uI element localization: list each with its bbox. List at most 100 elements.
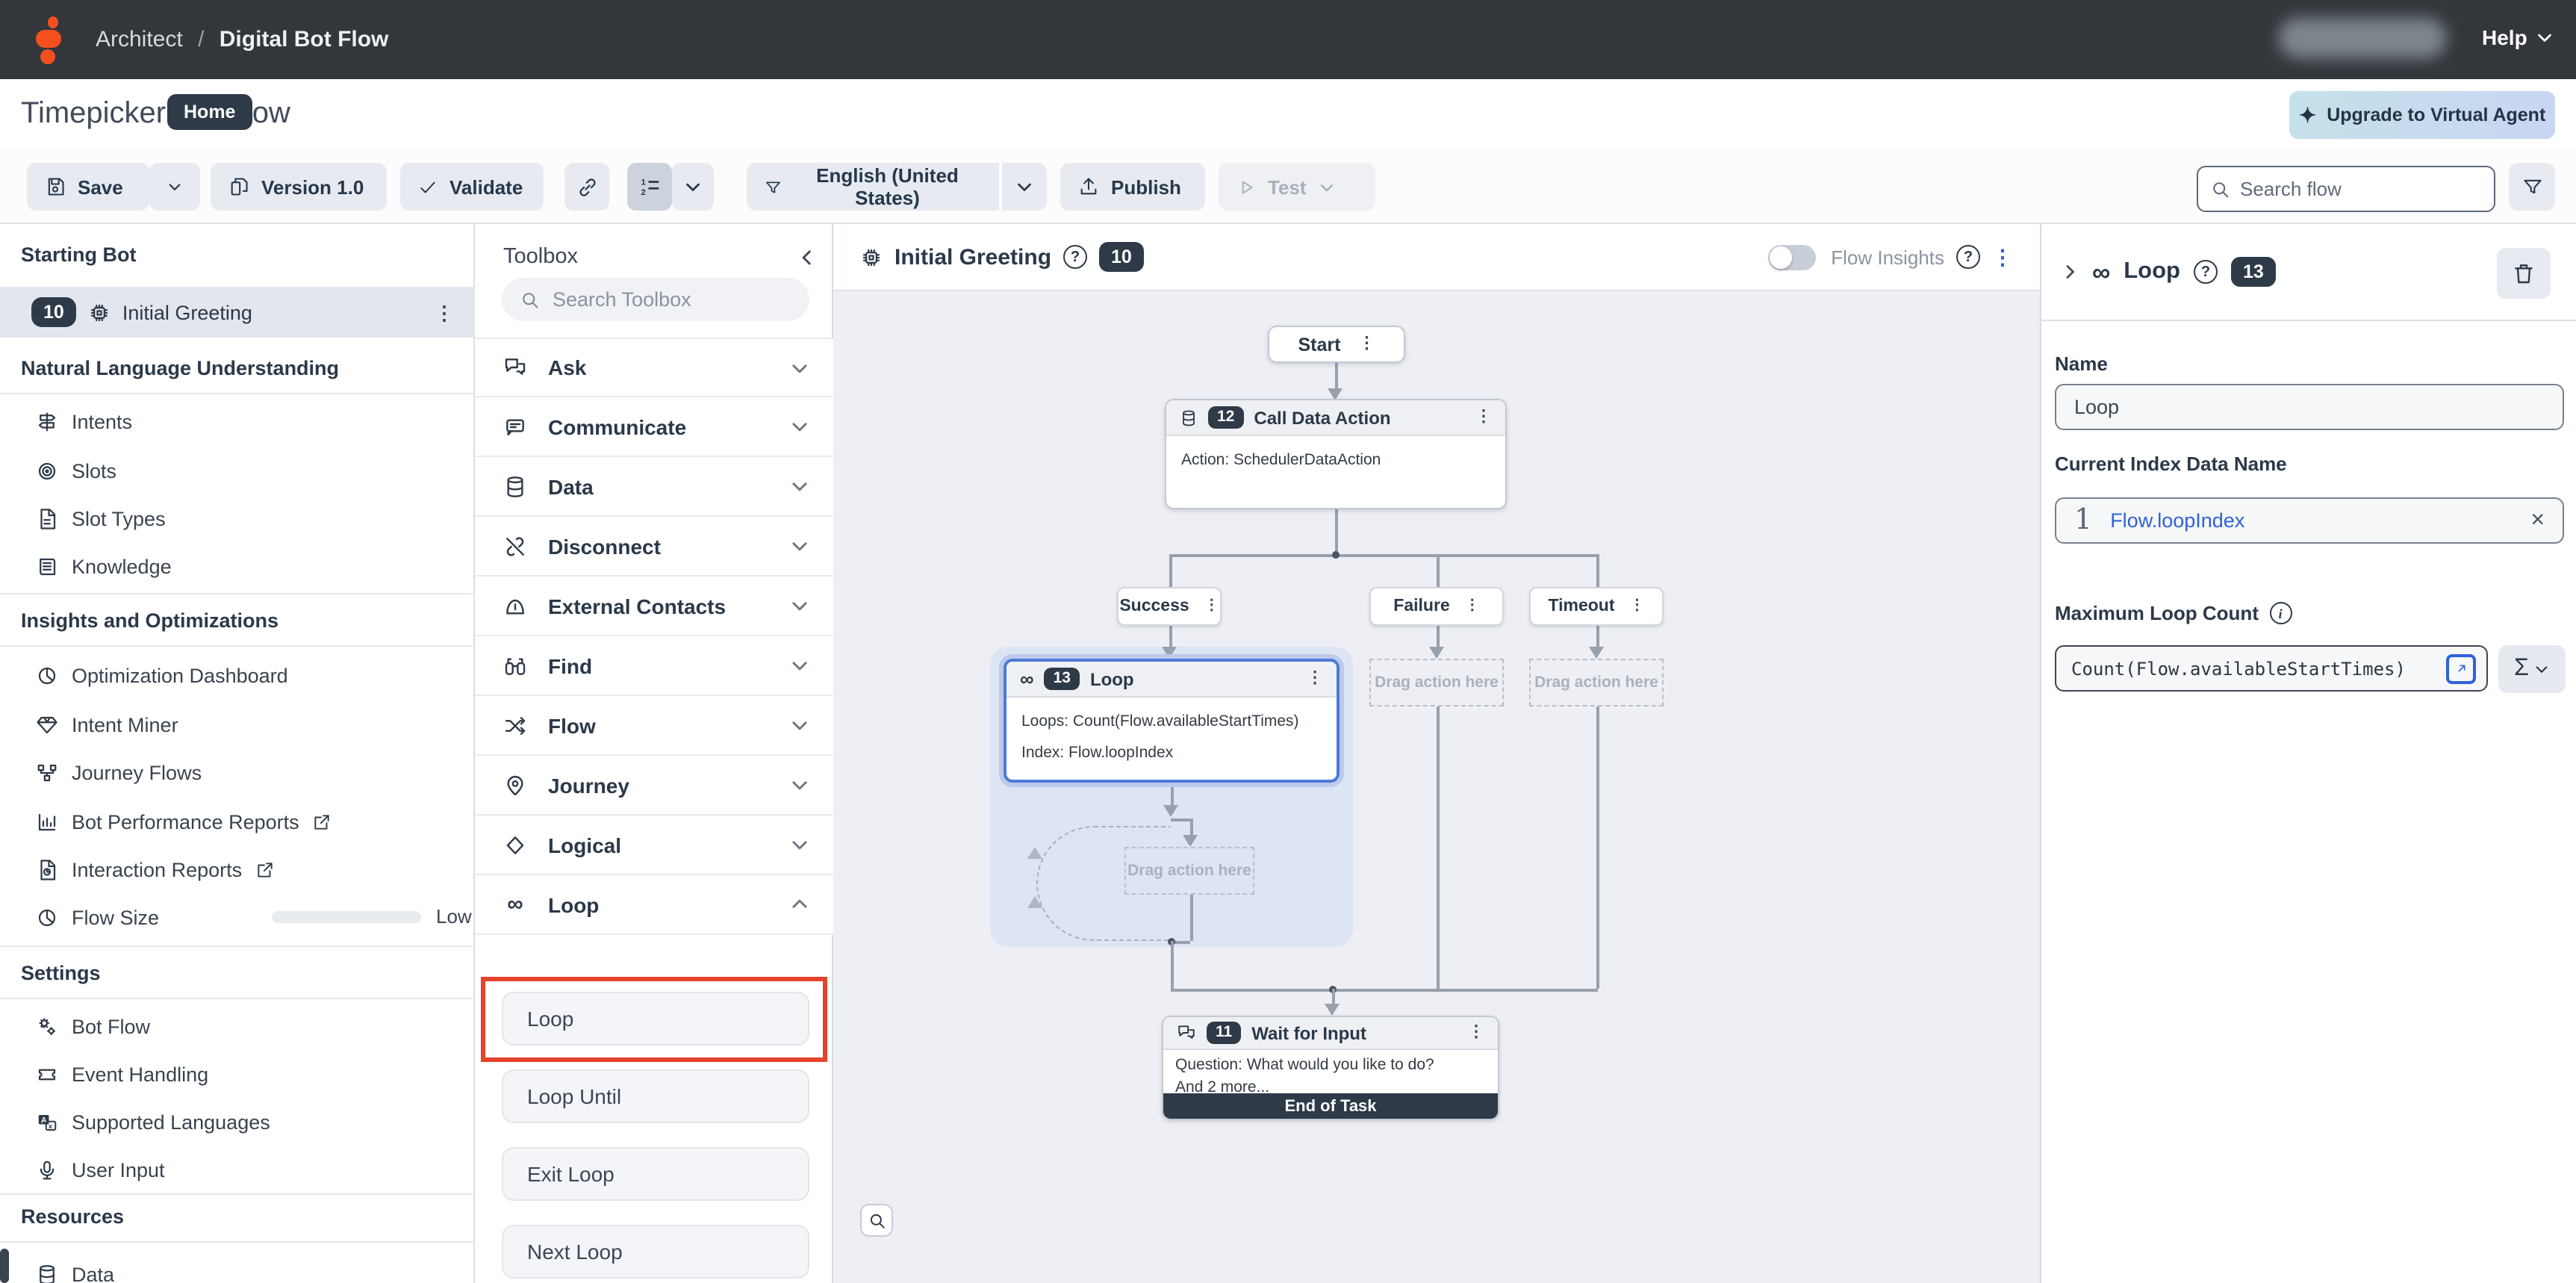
canvas-zoom-button[interactable] xyxy=(860,1204,893,1237)
node-menu-icon[interactable]: ⋮ xyxy=(1468,1025,1484,1041)
current-index-field[interactable]: 1 Flow.loopIndex × xyxy=(2055,497,2564,544)
toolbox-action-loop-until[interactable]: Loop Until xyxy=(502,1069,809,1123)
version-button[interactable]: Version 1.0 xyxy=(211,163,387,211)
inspector-title: Loop xyxy=(2124,258,2180,285)
breadcrumb-app[interactable]: Architect xyxy=(96,27,183,52)
node-menu-icon[interactable]: ⋮ xyxy=(1475,409,1492,426)
sidebar-item-initial-greeting[interactable]: 10 Initial Greeting ⋮ xyxy=(0,287,475,338)
resources-section-header[interactable]: Resources xyxy=(21,1205,124,1228)
home-badge[interactable]: Home xyxy=(167,94,252,130)
branch-menu-icon[interactable]: ⋮ xyxy=(1465,599,1480,614)
language-menu-button[interactable] xyxy=(1001,163,1047,211)
publish-button[interactable]: Publish xyxy=(1060,163,1205,211)
language-selector[interactable]: English (United States) xyxy=(747,163,999,211)
canvas-menu-icon[interactable]: ⋮ xyxy=(1992,246,2013,267)
sidebar-item-slots[interactable]: Slots xyxy=(0,448,475,493)
toolbox-action-loop[interactable]: Loop xyxy=(502,992,809,1046)
canvas-header: Initial Greeting ? 10 Flow Insights ? ⋮ xyxy=(833,224,2040,291)
help-circle-icon[interactable]: ? xyxy=(2194,260,2218,284)
collapse-panel-icon[interactable] xyxy=(797,248,817,267)
help-circle-icon[interactable]: ? xyxy=(1956,245,1980,269)
validate-button[interactable]: Validate xyxy=(400,163,544,211)
upgrade-to-virtual-agent-button[interactable]: ✦ Upgrade to Virtual Agent xyxy=(2289,91,2555,139)
sidebar-item-intents[interactable]: Intents xyxy=(0,399,475,444)
sidebar-item-user-input[interactable]: User Input xyxy=(0,1147,475,1192)
sidebar-item-bot-flow[interactable]: Bot Flow xyxy=(0,1004,475,1049)
delete-node-button[interactable] xyxy=(2497,248,2551,299)
sidebar-item-label: Optimization Dashboard xyxy=(72,664,288,686)
help-circle-icon[interactable]: ? xyxy=(1063,245,1087,269)
task-menu-icon[interactable]: ⋮ xyxy=(435,302,454,322)
toolbox-category-external-contacts[interactable]: External Contacts xyxy=(475,577,833,636)
toolbox-category-data[interactable]: Data xyxy=(475,457,833,517)
branch-failure[interactable]: Failure ⋮ xyxy=(1369,587,1504,626)
toolbox-search-input[interactable] xyxy=(553,288,777,311)
toolbox-category-journey[interactable]: Journey xyxy=(475,756,833,816)
toolbox-category-logical[interactable]: Logical xyxy=(475,816,833,875)
sidebar-item-interaction-reports[interactable]: Interaction Reports xyxy=(0,847,475,892)
node-menu-icon[interactable]: ⋮ xyxy=(1307,671,1323,687)
link-button[interactable] xyxy=(564,163,609,211)
toolbox-category-loop[interactable]: ∞ Loop xyxy=(475,875,833,935)
insights-section-header[interactable]: Insights and Optimizations xyxy=(21,609,279,632)
sidebar-item-supported-languages[interactable]: Ax Supported Languages xyxy=(0,1099,475,1144)
name-input[interactable] xyxy=(2074,396,2545,418)
sidebar-item-optimization-dashboard[interactable]: Optimization Dashboard xyxy=(0,653,475,698)
drop-zone-failure[interactable]: Drag action here xyxy=(1369,659,1504,706)
test-button[interactable]: Test xyxy=(1219,163,1375,211)
sidebar-item-journey-flows[interactable]: Journey Flows xyxy=(0,750,475,795)
toolbox-category-find[interactable]: Find xyxy=(475,636,833,696)
toolbox-action-next-loop[interactable]: Next Loop xyxy=(502,1225,809,1279)
ticket-icon xyxy=(36,1063,58,1085)
toolbox-category-disconnect[interactable]: Disconnect xyxy=(475,517,833,577)
list-view-menu-button[interactable] xyxy=(672,163,714,211)
open-expression-editor-icon[interactable] xyxy=(2446,653,2476,683)
node-start[interactable]: Start ⋮ xyxy=(1268,326,1405,363)
funnel-icon xyxy=(765,177,782,196)
node-wait-for-input[interactable]: 11 Wait for Input ⋮ Question: What would… xyxy=(1162,1016,1499,1120)
chevron-up-icon xyxy=(790,895,809,914)
branch-timeout[interactable]: Timeout ⋮ xyxy=(1529,587,1664,626)
expression-mode-button[interactable]: Σ xyxy=(2498,645,2566,693)
branch-success[interactable]: Success ⋮ xyxy=(1117,587,1222,626)
save-menu-button[interactable] xyxy=(149,163,200,211)
help-menu[interactable]: Help xyxy=(2482,25,2554,49)
flow-search-input[interactable] xyxy=(2240,178,2464,200)
clear-icon[interactable]: × xyxy=(2530,509,2545,532)
sidebar-scrollbar[interactable] xyxy=(0,1249,9,1283)
nlu-section-header[interactable]: Natural Language Understanding xyxy=(21,357,339,379)
drop-zone-loop-body[interactable]: Drag action here xyxy=(1124,847,1254,895)
toolbox-action-exit-loop[interactable]: Exit Loop xyxy=(502,1147,809,1201)
genesys-logo-icon[interactable] xyxy=(36,16,69,64)
flow-insights-toggle[interactable] xyxy=(1768,244,1816,270)
user-name-redacted[interactable] xyxy=(2279,18,2446,58)
max-loop-count-field[interactable]: Count(Flow.availableStartTimes) xyxy=(2055,645,2488,692)
node-call-data-action[interactable]: 12 Call Data Action ⋮ Action: SchedulerD… xyxy=(1165,399,1507,509)
validate-label: Validate xyxy=(449,175,523,198)
sidebar-item-bot-performance-reports[interactable]: Bot Performance Reports xyxy=(0,799,475,844)
save-button[interactable]: Save xyxy=(27,163,149,211)
sidebar-item-data[interactable]: Data xyxy=(0,1252,475,1283)
task-number-badge: 10 xyxy=(31,297,76,328)
save-label: Save xyxy=(78,175,123,198)
settings-section-header[interactable]: Settings xyxy=(21,962,101,984)
toolbox-category-communicate[interactable]: Communicate xyxy=(475,397,833,457)
branch-menu-icon[interactable]: ⋮ xyxy=(1630,599,1645,614)
sidebar-item-knowledge[interactable]: Knowledge xyxy=(0,544,475,588)
sidebar-item-slot-types[interactable]: Slot Types xyxy=(0,496,475,541)
expand-panel-icon[interactable] xyxy=(2061,263,2079,281)
node-menu-icon[interactable]: ⋮ xyxy=(1358,336,1375,352)
ordered-list-view-button[interactable]: 12 xyxy=(627,163,672,211)
toolbox-category-ask[interactable]: Ask xyxy=(475,338,833,397)
branch-menu-icon[interactable]: ⋮ xyxy=(1204,599,1219,614)
flow-search xyxy=(2197,166,2495,212)
sidebar-item-event-handling[interactable]: Event Handling xyxy=(0,1051,475,1096)
toolbox-category-flow[interactable]: Flow xyxy=(475,696,833,756)
info-icon[interactable]: i xyxy=(2269,602,2292,624)
node-loop[interactable]: ∞ 13 Loop ⋮ Loops: Count(Flow.availableS… xyxy=(1004,659,1340,783)
connector-arrow xyxy=(1429,647,1444,659)
flow-filter-button[interactable] xyxy=(2509,163,2555,211)
sidebar-item-intent-miner[interactable]: Intent Miner xyxy=(0,702,475,747)
drop-zone-timeout[interactable]: Drag action here xyxy=(1529,659,1664,706)
index-variable-link[interactable]: Flow.loopIndex xyxy=(2110,509,2244,532)
